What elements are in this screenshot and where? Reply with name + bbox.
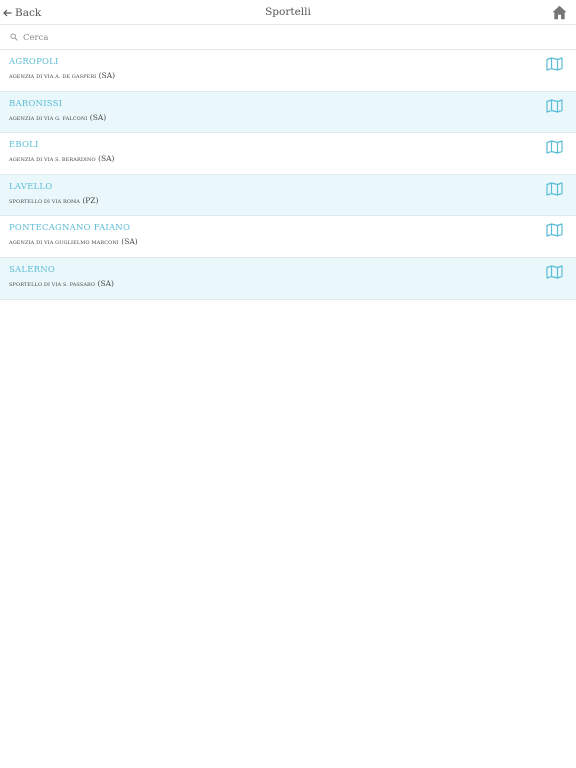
branch-name: EBOLI [9,140,39,151]
branch-address: agenzia di via a. de gasperi (SA) [9,71,115,80]
branch-name: AGROPOLI [9,57,59,67]
map-icon[interactable] [546,57,563,71]
map-icon[interactable] [546,223,563,237]
branch-address: agenzia di via g. falconi (SA) [9,113,106,122]
home-icon[interactable] [552,5,567,20]
list-item[interactable]: SALERNO sportello di via s. passaro (SA) [0,257,576,300]
branch-list: AGROPOLI agenzia di via a. de gasperi (S… [0,50,576,300]
branch-province: (SA) [121,237,138,247]
list-item[interactable]: LAVELLO sportello di via roma (PZ) [0,174,576,217]
branch-province: (SA) [98,154,115,164]
page-title: Sportelli [265,6,311,18]
list-item[interactable]: BARONISSI agenzia di via g. falconi (SA) [0,91,576,134]
branch-street: agenzia di via s. berardino [9,157,96,164]
list-item[interactable]: EBOLI agenzia di via s. berardino (SA) [0,133,576,175]
branch-name: SALERNO [9,264,56,275]
search-icon [10,33,18,41]
map-icon[interactable] [546,98,563,113]
branch-province: (PZ) [82,195,99,205]
list-item[interactable]: PONTECAGNANO FAIANO agenzia di via gugli… [0,216,576,258]
branch-street: agenzia di via a. de gasperi [9,74,97,80]
branch-address: agenzia di via s. berardino (SA) [9,154,114,163]
map-icon[interactable] [546,140,563,154]
search-bar [0,25,576,50]
branch-address: sportello di via roma (PZ) [9,196,98,205]
branch-street: agenzia di via g. falconi [9,115,88,122]
map-icon[interactable] [546,182,563,196]
search-input[interactable] [23,30,543,45]
branch-address: sportello di via s. passaro (SA) [9,279,114,288]
branch-street: sportello di via roma [9,198,80,205]
branch-name: PONTECAGNANO FAIANO [9,223,131,234]
map-icon[interactable] [546,265,563,279]
branch-province: (SA) [98,71,116,80]
branch-name: LAVELLO [9,181,53,192]
branch-province: (SA) [97,278,114,288]
list-item[interactable]: AGROPOLI agenzia di via a. de gasperi (S… [0,50,576,92]
nav-bar: Back Sportelli [0,0,576,25]
branch-name: BARONISSI [9,98,63,109]
branch-province: (SA) [89,112,107,122]
branch-street: sportello di via s. passaro [9,281,96,288]
branch-street: agenzia di via guglielmo marconi [9,240,119,247]
branch-address: agenzia di via guglielmo marconi (SA) [9,237,138,246]
